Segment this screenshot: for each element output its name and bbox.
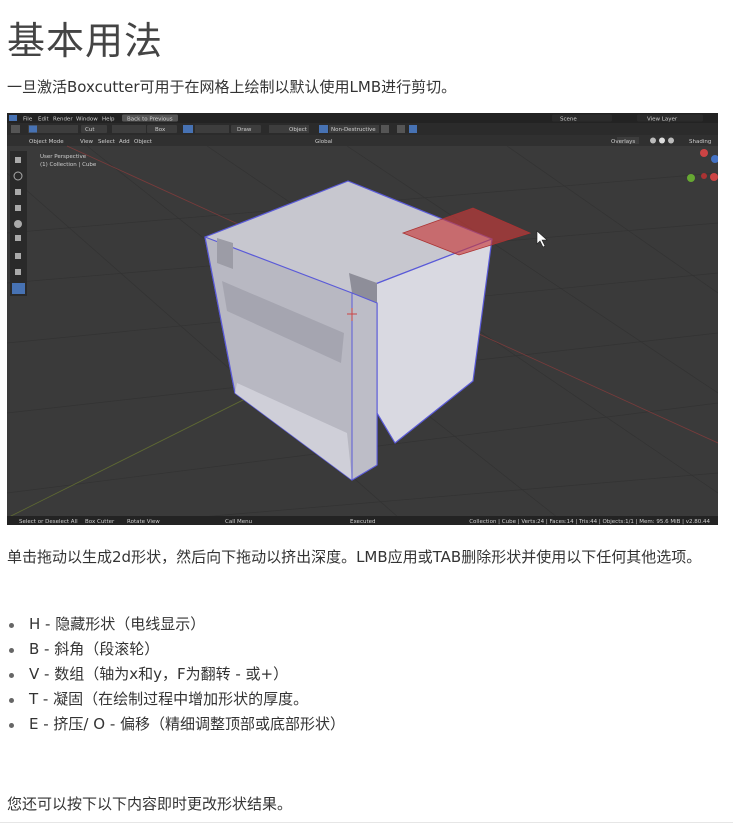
menu-help[interactable]: Help bbox=[102, 117, 115, 123]
page-title: 基本用法 bbox=[7, 19, 164, 63]
draw-mode-dropdown[interactable]: Draw bbox=[237, 127, 252, 133]
options-list: H - 隐藏形状（电线显示） B - 斜角（段滚轮） V - 数组（轴为x和y，… bbox=[7, 612, 345, 737]
viewport-collection-label: (1) Collection | Cube bbox=[40, 162, 97, 168]
bullet-icon bbox=[9, 723, 14, 728]
orientation-dropdown[interactable]: Global bbox=[315, 139, 333, 145]
list-item: V - 数组（轴为x和y，F为翻转 - 或+） bbox=[7, 662, 345, 687]
object-mode-dropdown[interactable]: Object Mode bbox=[29, 139, 64, 145]
status-call-menu: Call Menu bbox=[225, 519, 252, 525]
bullet-icon bbox=[9, 698, 14, 703]
viewport-perspective-label: User Perspective bbox=[40, 154, 87, 160]
option-text: B - 斜角（段滚轮） bbox=[29, 640, 160, 658]
viewport-menu-object[interactable]: Object bbox=[134, 139, 153, 145]
viewport-menu-select[interactable]: Select bbox=[98, 139, 116, 145]
list-item: B - 斜角（段滚轮） bbox=[7, 637, 345, 662]
outro-text: 您还可以按下以下内容即时更改形状结果。 bbox=[7, 795, 293, 813]
bullet-icon bbox=[9, 673, 14, 678]
status-scene-stats: Collection | Cube | Verts:24 | Faces:14 … bbox=[469, 519, 710, 525]
status-box-cutter: Box Cutter bbox=[85, 519, 115, 525]
menu-render[interactable]: Render bbox=[53, 117, 73, 123]
scene-selector[interactable]: Scene bbox=[560, 116, 577, 122]
viewport-menu-add[interactable]: Add bbox=[119, 139, 130, 145]
divider bbox=[0, 822, 733, 823]
mouse-cursor-icon bbox=[536, 230, 548, 248]
blender-logo-icon bbox=[9, 115, 17, 121]
option-text: T - 凝固（在绘制过程中增加形状的厚度。 bbox=[29, 690, 309, 708]
option-text: V - 数组（轴为x和y，F为翻转 - 或+） bbox=[29, 665, 289, 683]
bullet-icon bbox=[9, 648, 14, 653]
list-item: T - 凝固（在绘制过程中增加形状的厚度。 bbox=[7, 687, 345, 712]
origin-dropdown[interactable]: Object bbox=[289, 127, 308, 133]
blender-screenshot: File Edit Render Window Help Back to Pre… bbox=[7, 113, 718, 525]
view-layer-selector[interactable]: View Layer bbox=[647, 116, 678, 122]
viewport-menu-view[interactable]: View bbox=[80, 139, 94, 145]
status-executed: Executed bbox=[350, 519, 376, 525]
back-to-previous-button[interactable]: Back to Previous bbox=[127, 116, 173, 122]
option-text: E - 挤压/ O - 偏移（精细调整顶部或底部形状） bbox=[29, 715, 346, 733]
menu-file[interactable]: File bbox=[23, 117, 33, 123]
shading-dropdown[interactable]: Shading bbox=[689, 139, 711, 145]
option-text: H - 隐藏形状（电线显示） bbox=[29, 615, 206, 633]
navigation-gizmo-icon[interactable] bbox=[687, 149, 718, 182]
intro-text: 一旦激活Boxcutter可用于在网格上绘制以默认使用LMB进行剪切。 bbox=[7, 78, 457, 96]
list-item: H - 隐藏形状（电线显示） bbox=[7, 612, 345, 637]
shape-dropdown[interactable]: Box bbox=[155, 127, 166, 133]
status-rotate-view: Rotate View bbox=[127, 519, 160, 525]
status-select-all: Select or Deselect All bbox=[19, 519, 78, 525]
list-item: E - 挤压/ O - 偏移（精细调整顶部或底部形状） bbox=[7, 712, 345, 737]
tool-mode-dropdown[interactable]: Cut bbox=[85, 127, 95, 133]
usage-paragraph: 单击拖动以生成2d形状，然后向下拖动以挤出深度。LMB应用或TAB删除形状并使用… bbox=[7, 548, 702, 566]
menu-edit[interactable]: Edit bbox=[38, 117, 49, 123]
bullet-icon bbox=[9, 623, 14, 628]
behavior-dropdown[interactable]: Non-Destructive bbox=[331, 127, 376, 133]
menu-window[interactable]: Window bbox=[76, 117, 98, 123]
overlays-dropdown[interactable]: Overlays bbox=[611, 139, 635, 145]
